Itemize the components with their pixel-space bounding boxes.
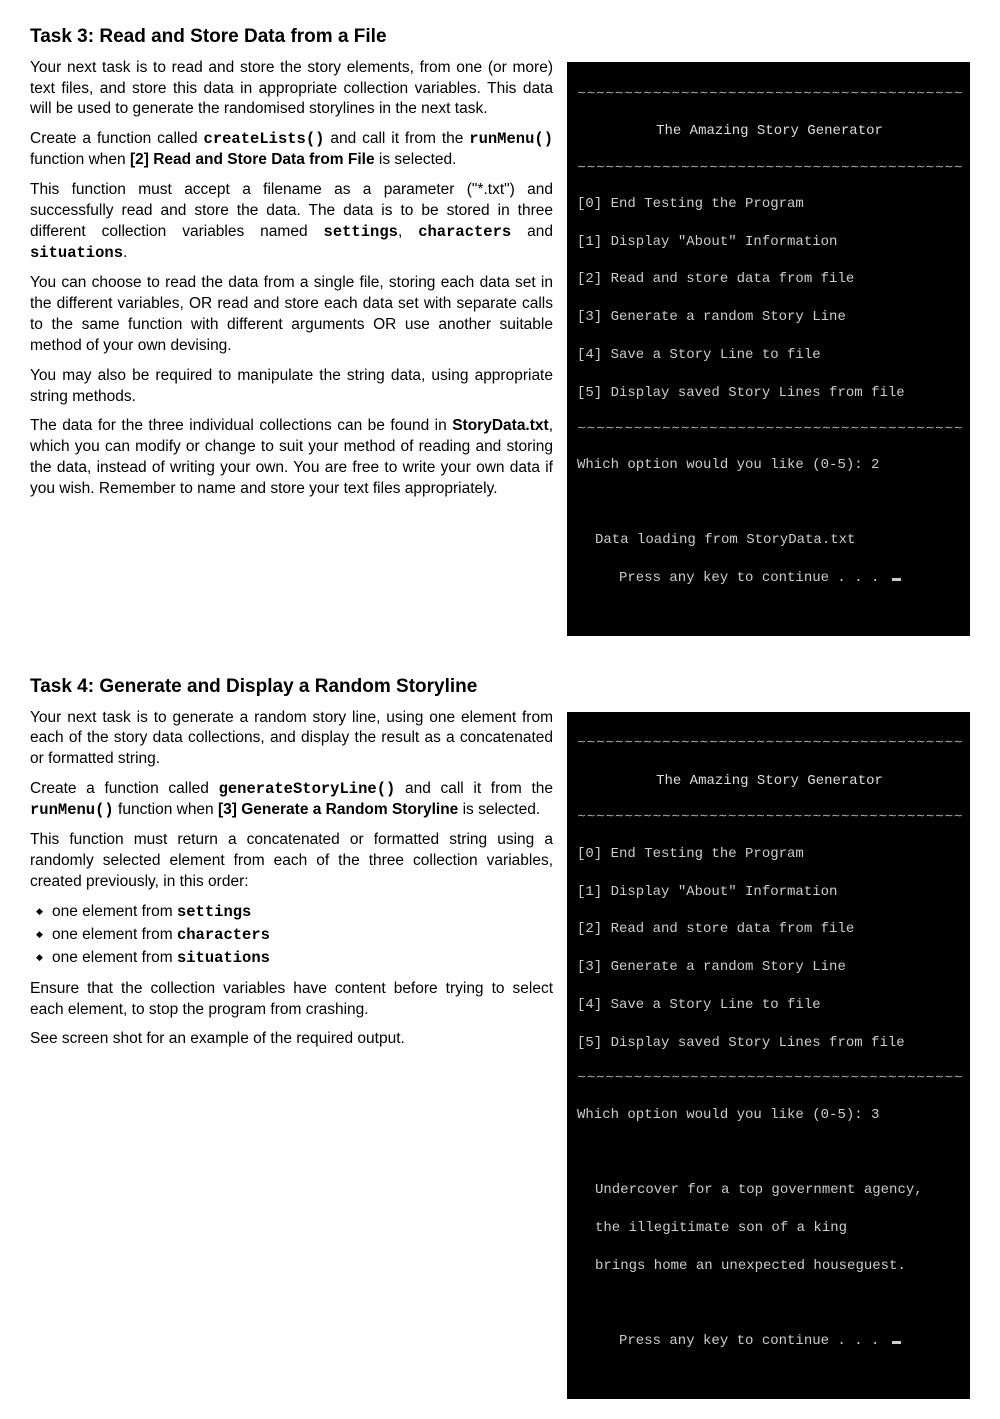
text-fragment: Create a function called	[30, 130, 204, 147]
text-fragment: .	[123, 244, 127, 261]
code-runmenu: runMenu()	[469, 130, 553, 148]
menu-option-ref: [2] Read and Store Data from File	[130, 151, 375, 168]
terminal-divider: ∼∼∼∼∼∼∼∼∼∼∼∼∼∼∼∼∼∼∼∼∼∼∼∼∼∼∼∼∼∼∼∼∼∼∼∼∼∼∼∼…	[577, 161, 962, 176]
terminal-divider: ∼∼∼∼∼∼∼∼∼∼∼∼∼∼∼∼∼∼∼∼∼∼∼∼∼∼∼∼∼∼∼∼∼∼∼∼∼∼∼∼…	[577, 87, 962, 102]
text-fragment: is selected.	[458, 801, 540, 818]
menu-item-0: [0] End Testing the Program	[577, 195, 962, 214]
terminal-output-line-3: brings home an unexpected houseguest.	[577, 1257, 962, 1276]
text-fragment: one element from	[52, 949, 177, 966]
task4-terminal: ∼∼∼∼∼∼∼∼∼∼∼∼∼∼∼∼∼∼∼∼∼∼∼∼∼∼∼∼∼∼∼∼∼∼∼∼∼∼∼∼…	[567, 712, 970, 1400]
menu-item-4: [4] Save a Story Line to file	[577, 996, 962, 1015]
code-characters: characters	[418, 223, 511, 241]
terminal-continue-text: Press any key to continue . . .	[619, 1333, 888, 1349]
code-settings: settings	[177, 903, 251, 921]
menu-item-2: [2] Read and store data from file	[577, 920, 962, 939]
menu-item-2: [2] Read and store data from file	[577, 270, 962, 289]
text-fragment: and call it from the	[395, 780, 553, 797]
code-situations: situations	[30, 244, 123, 262]
terminal-prompt-line: Which option would you like (0-5): 3	[577, 1106, 962, 1125]
task3-section: Task 3: Read and Store Data from a File …	[30, 24, 970, 646]
storydata-filename: StoryData.txt	[452, 417, 548, 434]
code-situations: situations	[177, 949, 270, 967]
terminal-divider: ∼∼∼∼∼∼∼∼∼∼∼∼∼∼∼∼∼∼∼∼∼∼∼∼∼∼∼∼∼∼∼∼∼∼∼∼∼∼∼∼…	[577, 422, 962, 437]
cursor-icon	[892, 1341, 901, 1344]
task4-section: Task 4: Generate and Display a Random St…	[30, 674, 970, 1409]
terminal-output-line-1: Undercover for a top government agency,	[577, 1181, 962, 1200]
code-characters: characters	[177, 926, 270, 944]
terminal-title: The Amazing Story Generator	[577, 121, 962, 142]
terminal-blank	[577, 1143, 962, 1162]
code-generatestoryline: generateStoryLine()	[219, 780, 396, 798]
text-fragment: function when	[30, 151, 130, 168]
text-fragment: is selected.	[375, 151, 457, 168]
text-fragment: ,	[398, 223, 418, 240]
task3-terminal: ∼∼∼∼∼∼∼∼∼∼∼∼∼∼∼∼∼∼∼∼∼∼∼∼∼∼∼∼∼∼∼∼∼∼∼∼∼∼∼∼…	[567, 62, 970, 636]
menu-item-3: [3] Generate a random Story Line	[577, 958, 962, 977]
text-fragment: function when	[114, 801, 218, 818]
terminal-continue-line: Press any key to continue . . .	[577, 569, 962, 588]
terminal-blank	[577, 494, 962, 513]
text-fragment: one element from	[52, 903, 177, 920]
menu-option-ref: [3] Generate a Random Storyline	[218, 801, 458, 818]
menu-item-1: [1] Display "About" Information	[577, 883, 962, 902]
terminal-prompt-line: Which option would you like (0-5): 2	[577, 456, 962, 475]
task4-heading: Task 4: Generate and Display a Random St…	[30, 674, 970, 700]
text-fragment: one element from	[52, 926, 177, 943]
terminal-divider: ∼∼∼∼∼∼∼∼∼∼∼∼∼∼∼∼∼∼∼∼∼∼∼∼∼∼∼∼∼∼∼∼∼∼∼∼∼∼∼∼…	[577, 810, 962, 825]
terminal-continue-text: Press any key to continue . . .	[619, 570, 888, 586]
code-settings: settings	[324, 223, 398, 241]
terminal-continue-line: Press any key to continue . . .	[577, 1332, 962, 1351]
terminal-divider: ∼∼∼∼∼∼∼∼∼∼∼∼∼∼∼∼∼∼∼∼∼∼∼∼∼∼∼∼∼∼∼∼∼∼∼∼∼∼∼∼…	[577, 1071, 962, 1086]
text-fragment: and	[511, 223, 553, 240]
menu-item-5: [5] Display saved Story Lines from file	[577, 1034, 962, 1053]
code-createlists: createLists()	[204, 130, 325, 148]
menu-item-3: [3] Generate a random Story Line	[577, 308, 962, 327]
terminal-divider: ∼∼∼∼∼∼∼∼∼∼∼∼∼∼∼∼∼∼∼∼∼∼∼∼∼∼∼∼∼∼∼∼∼∼∼∼∼∼∼∼…	[577, 736, 962, 751]
cursor-icon	[892, 578, 901, 581]
code-runmenu: runMenu()	[30, 801, 114, 819]
menu-item-1: [1] Display "About" Information	[577, 233, 962, 252]
terminal-blank	[577, 1295, 962, 1314]
text-fragment: The data for the three individual collec…	[30, 417, 452, 434]
text-fragment: Create a function called	[30, 780, 219, 797]
menu-item-0: [0] End Testing the Program	[577, 845, 962, 864]
text-fragment: and call it from the	[324, 130, 469, 147]
task3-heading: Task 3: Read and Store Data from a File	[30, 24, 970, 50]
menu-item-4: [4] Save a Story Line to file	[577, 346, 962, 365]
terminal-output-line-2: the illegitimate son of a king	[577, 1219, 962, 1238]
terminal-loading-line: Data loading from StoryData.txt	[577, 531, 962, 550]
terminal-title: The Amazing Story Generator	[577, 771, 962, 792]
section-gap	[30, 646, 970, 668]
menu-item-5: [5] Display saved Story Lines from file	[577, 384, 962, 403]
